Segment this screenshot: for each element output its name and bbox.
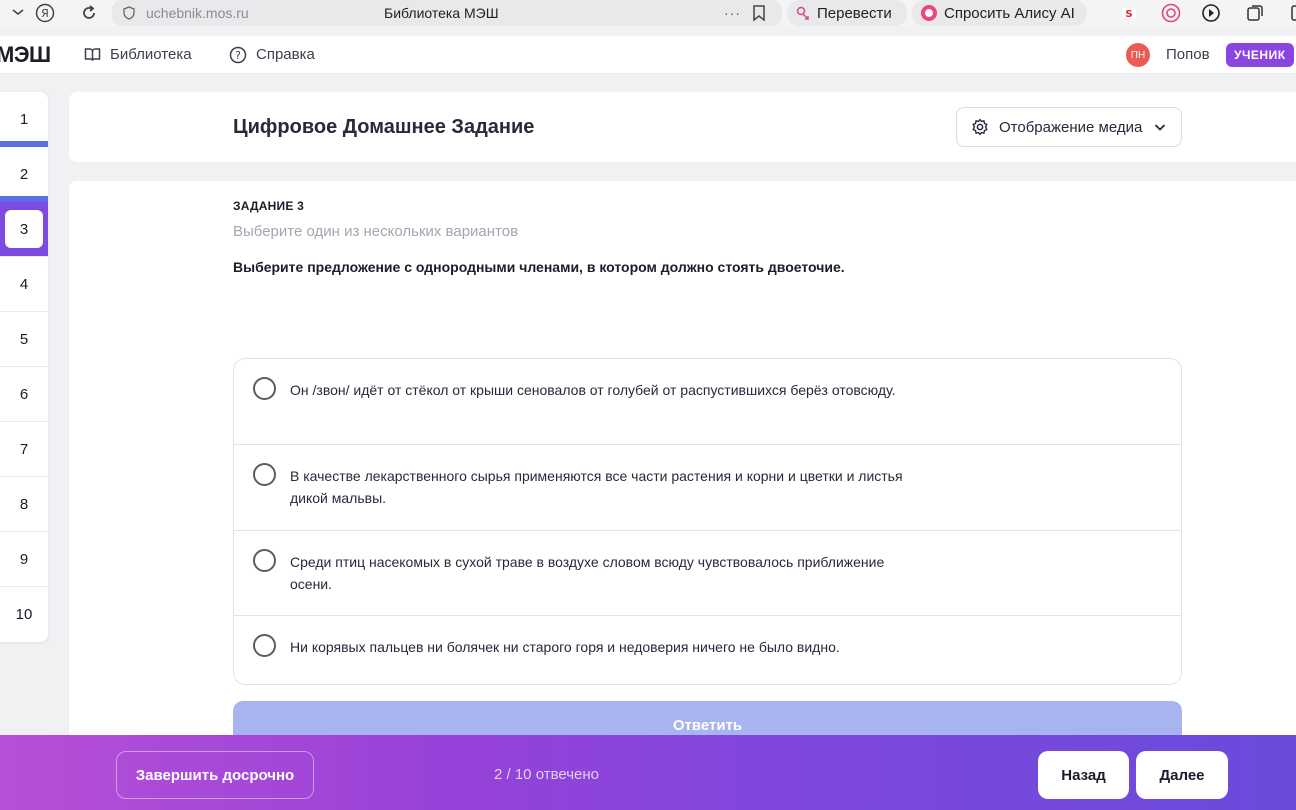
answer-option[interactable]: Ни корявых пальцев ни болячек ни старого… [234, 616, 1181, 684]
address-bar[interactable]: uchebnik.mos.ru Библиотека МЭШ ··· [112, 0, 782, 26]
svg-text:Я: Я [41, 7, 49, 20]
task-number-label: 2 [19, 165, 29, 183]
book-icon [84, 47, 101, 62]
translate-label: Перевести [817, 4, 892, 22]
task-hint: Выберите один из нескольких вариантов [233, 223, 519, 240]
answer-option[interactable]: Он /звон/ идёт от стёкол от крыши сенова… [234, 359, 1181, 445]
collections-icon[interactable] [1244, 3, 1266, 23]
svg-text:S: S [1125, 9, 1132, 20]
task-question: Выберите предложение с однородными члена… [233, 259, 845, 275]
task-number-label: 6 [19, 385, 29, 403]
progress-text: 2 / 10 отвечено [494, 766, 600, 783]
media-display-label: Отображение медиа [999, 118, 1143, 136]
avatar[interactable]: ПН [1126, 43, 1150, 67]
task-number-button-current[interactable]: 3 [0, 202, 48, 257]
translate-icon [795, 5, 811, 21]
task-number-list: 1 2 3 4 5 6 7 8 9 10 [0, 92, 48, 642]
page-title: Цифровое Домашнее Задание [233, 116, 535, 138]
finish-early-button[interactable]: Завершить досрочно [116, 751, 314, 799]
translate-button[interactable]: Перевести [787, 0, 907, 26]
app-header: МЭШ Библиотека ? Справка ПН Попов УЧЕНИК [0, 36, 1296, 74]
task-number-button[interactable]: 1 [0, 92, 48, 147]
help-icon: ? [229, 46, 247, 64]
task-number-label: 5 [19, 330, 29, 348]
alice-icon [920, 4, 938, 22]
task-number-button[interactable]: 9 [0, 532, 48, 587]
media-display-dropdown[interactable]: Отображение медиа [956, 107, 1182, 147]
extension-circle-icon[interactable] [1160, 3, 1182, 23]
nav-library-label: Библиотека [110, 46, 192, 63]
answer-option-text: Среди птиц насекомых в сухой траве в воз… [290, 554, 885, 592]
task-number-label: 10 [15, 606, 33, 623]
task-label: ЗАДАНИЕ 3 [233, 199, 304, 213]
task-number-label: 8 [19, 495, 29, 513]
yandex-icon[interactable]: Я [32, 2, 58, 24]
task-card: ЗАДАНИЕ 3 Выберите один из нескольких ва… [69, 181, 1296, 810]
url-text: uchebnik.mos.ru [146, 5, 249, 21]
task-number-button[interactable]: 7 [0, 422, 48, 477]
task-number-button[interactable]: 10 [0, 587, 48, 642]
task-number-button[interactable]: 8 [0, 477, 48, 532]
svg-text:?: ? [235, 49, 241, 62]
gear-icon [971, 118, 989, 136]
bottom-bar: Завершить досрочно 2 / 10 отвечено Назад… [0, 735, 1296, 810]
radio-button[interactable] [253, 463, 276, 486]
logo[interactable]: МЭШ [0, 42, 51, 68]
answer-option[interactable]: В качестве лекарственного сырья применяю… [234, 445, 1181, 531]
more-icon[interactable]: ··· [724, 5, 741, 21]
nav-help[interactable]: ? Справка [229, 46, 315, 64]
task-number-label: 7 [19, 440, 29, 458]
answer-option[interactable]: Среди птиц насекомых в сухой траве в воз… [234, 531, 1181, 616]
media-player-icon[interactable] [1201, 3, 1223, 23]
answer-option-text: В качестве лекарственного сырья применяю… [290, 468, 903, 506]
chevron-down-icon [1153, 120, 1167, 138]
answer-option-text: Ни корявых пальцев ни болячек ни старого… [290, 639, 840, 655]
radio-button[interactable] [253, 377, 276, 400]
tab-title: Библиотека МЭШ [384, 5, 499, 21]
browser-menu-icon[interactable] [5, 2, 31, 24]
bookmark-icon[interactable] [752, 5, 766, 26]
task-number-button[interactable]: 4 [0, 257, 48, 312]
radio-button[interactable] [253, 549, 276, 572]
task-number-button[interactable]: 5 [0, 312, 48, 367]
task-number-button[interactable]: 2 [0, 147, 48, 202]
next-button[interactable]: Далее [1136, 751, 1228, 799]
answer-options: Он /звон/ идёт от стёкол от крыши сенова… [233, 358, 1182, 685]
back-button[interactable]: Назад [1038, 751, 1129, 799]
role-badge: УЧЕНИК [1226, 43, 1294, 67]
task-number-button[interactable]: 6 [0, 367, 48, 422]
task-number-label: 4 [19, 275, 29, 293]
title-card: Цифровое Домашнее Задание Отображение ме… [69, 92, 1296, 162]
panel-icon[interactable] [1286, 3, 1296, 23]
nav-help-label: Справка [256, 46, 315, 63]
task-number-label: 9 [19, 550, 29, 568]
reload-icon[interactable] [76, 2, 102, 24]
alice-label: Спросить Алису AI [944, 4, 1075, 22]
ask-alice-button[interactable]: Спросить Алису AI [912, 0, 1087, 26]
browser-toolbar: Я uchebnik.mos.ru Библиотека МЭШ ··· Пер… [0, 0, 1296, 26]
nav-library[interactable]: Библиотека [84, 46, 192, 63]
answer-option-text: Он /звон/ идёт от стёкол от крыши сенова… [290, 382, 896, 398]
shield-icon [122, 6, 136, 20]
task-number-label: 3 [5, 210, 43, 248]
radio-button[interactable] [253, 634, 276, 657]
extension-s-icon[interactable]: S [1118, 3, 1140, 23]
user-name[interactable]: Попов [1166, 46, 1210, 63]
task-number-label: 1 [19, 110, 29, 128]
